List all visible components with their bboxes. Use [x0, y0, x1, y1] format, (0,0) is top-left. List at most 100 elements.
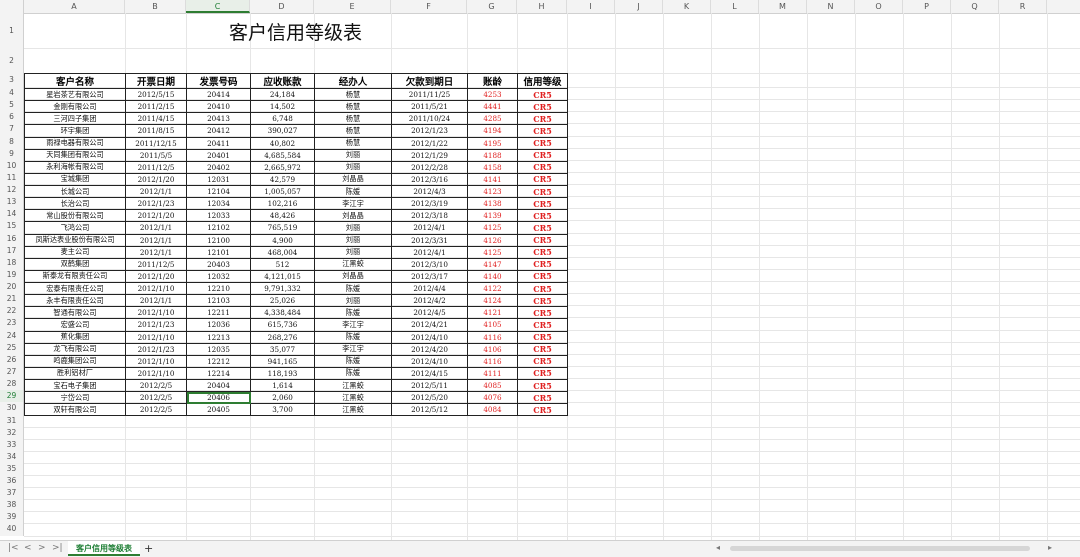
row-header-2[interactable]: 2	[0, 48, 24, 73]
row-header-20[interactable]: 20	[0, 281, 24, 294]
cell-C29[interactable]: 20406	[186, 391, 251, 405]
cell-F6[interactable]: 2011/10/24	[391, 112, 468, 126]
cell-G21[interactable]: 4124	[467, 294, 518, 308]
cell-C8[interactable]: 20411	[186, 136, 251, 150]
row-header-6[interactable]: 6	[0, 111, 24, 124]
cell-B18[interactable]: 2011/12/5	[125, 257, 187, 271]
row-header-14[interactable]: 14	[0, 208, 24, 221]
cell-G5[interactable]: 4441	[467, 100, 518, 114]
first-sheet-icon[interactable]: |<	[8, 543, 19, 553]
cell-B17[interactable]: 2012/1/1	[125, 245, 187, 259]
cell-A24[interactable]: 蕉化集团	[24, 330, 126, 344]
cell-B30[interactable]: 2012/2/5	[125, 403, 187, 417]
cell-A12[interactable]: 长城公司	[24, 184, 126, 199]
column-header-C[interactable]: C	[186, 0, 250, 13]
cell-B21[interactable]: 2012/1/1	[125, 294, 187, 308]
cell-H7[interactable]: CR5	[517, 124, 568, 138]
cell-A22[interactable]: 智通有限公司	[24, 306, 126, 320]
header-cell[interactable]: 信用等级	[517, 73, 568, 89]
row-header-15[interactable]: 15	[0, 220, 24, 233]
cell-C16[interactable]: 12100	[186, 233, 251, 247]
cell-B4[interactable]: 2012/5/15	[125, 87, 187, 102]
cell-G25[interactable]: 4106	[467, 342, 518, 356]
cell-E19[interactable]: 刘晶晶	[314, 269, 392, 284]
cell-B8[interactable]: 2011/12/15	[125, 136, 187, 150]
cell-F12[interactable]: 2012/4/3	[391, 184, 468, 199]
row-header-19[interactable]: 19	[0, 268, 24, 282]
row-header-37[interactable]: 37	[0, 487, 24, 500]
cell-E4[interactable]: 杨慧	[314, 87, 392, 102]
cell-C9[interactable]: 20401	[186, 148, 251, 162]
cell-G23[interactable]: 4105	[467, 318, 518, 332]
cell-C24[interactable]: 12213	[186, 330, 251, 344]
cell-C19[interactable]: 12032	[186, 269, 251, 284]
cell-E10[interactable]: 刘丽	[314, 160, 392, 174]
cell-D23[interactable]: 615,736	[250, 318, 315, 332]
cell-G28[interactable]: 4085	[467, 378, 518, 393]
cell-E27[interactable]: 陈媛	[314, 366, 392, 381]
cell-F13[interactable]: 2012/3/19	[391, 197, 468, 211]
cell-E18[interactable]: 江黑蛟	[314, 257, 392, 271]
column-header-H[interactable]: H	[517, 0, 567, 13]
cell-G6[interactable]: 4285	[467, 112, 518, 126]
cell-G17[interactable]: 4125	[467, 245, 518, 259]
cell-A21[interactable]: 永丰有限责任公司	[24, 294, 126, 308]
cell-B5[interactable]: 2011/2/15	[125, 100, 187, 114]
cell-G19[interactable]: 4140	[467, 269, 518, 284]
cell-C14[interactable]: 12033	[186, 209, 251, 223]
scroll-thumb[interactable]	[730, 546, 1030, 551]
cell-E21[interactable]: 刘丽	[314, 294, 392, 308]
cell-H25[interactable]: CR5	[517, 342, 568, 356]
cell-B11[interactable]: 2012/1/20	[125, 172, 187, 187]
cell-F7[interactable]: 2012/1/23	[391, 124, 468, 138]
cell-G27[interactable]: 4111	[467, 366, 518, 381]
cell-E14[interactable]: 刘晶晶	[314, 209, 392, 223]
cell-H14[interactable]: CR5	[517, 209, 568, 223]
cell-F18[interactable]: 2012/3/10	[391, 257, 468, 271]
cell-F30[interactable]: 2012/5/12	[391, 403, 468, 417]
cell-G13[interactable]: 4138	[467, 197, 518, 211]
cell-F17[interactable]: 2012/4/1	[391, 245, 468, 259]
cell-E25[interactable]: 李江宇	[314, 342, 392, 356]
cell-E16[interactable]: 刘丽	[314, 233, 392, 247]
cell-H16[interactable]: CR5	[517, 233, 568, 247]
column-header-O[interactable]: O	[855, 0, 903, 13]
cell-D27[interactable]: 118,193	[250, 366, 315, 381]
cell-D4[interactable]: 24,184	[250, 87, 315, 102]
cell-D20[interactable]: 9,791,332	[250, 281, 315, 296]
cell-C18[interactable]: 20403	[186, 257, 251, 271]
cell-F16[interactable]: 2012/3/31	[391, 233, 468, 247]
spreadsheet-grid[interactable]: ABCDEFGHIJKLMNOPQR 1 2 3 4 5 6 7 8 9 10 11 12 13 14 15…	[0, 0, 1080, 540]
cell-C25[interactable]: 12035	[186, 342, 251, 356]
cell-B28[interactable]: 2012/2/5	[125, 378, 187, 393]
cell-F29[interactable]: 2012/5/20	[391, 391, 468, 405]
cell-A4[interactable]: 星岩茶艺有限公司	[24, 87, 126, 102]
column-header-F[interactable]: F	[391, 0, 467, 13]
cell-C13[interactable]: 12034	[186, 197, 251, 211]
row-header-3[interactable]: 3	[0, 73, 24, 87]
cell-B27[interactable]: 2012/1/10	[125, 366, 187, 381]
cell-G11[interactable]: 4141	[467, 172, 518, 187]
header-cell[interactable]: 欠款到期日	[391, 73, 468, 89]
prev-sheet-icon[interactable]: <	[24, 543, 32, 553]
cell-F5[interactable]: 2011/5/21	[391, 100, 468, 114]
row-header-23[interactable]: 23	[0, 317, 24, 330]
row-header-13[interactable]: 13	[0, 196, 24, 209]
cell-G30[interactable]: 4084	[467, 403, 518, 417]
cell-E7[interactable]: 杨慧	[314, 124, 392, 138]
cell-B12[interactable]: 2012/1/1	[125, 184, 187, 199]
column-header-M[interactable]: M	[759, 0, 807, 13]
cell-A26[interactable]: 鸣鹿集团公司	[24, 354, 126, 368]
cell-C22[interactable]: 12211	[186, 306, 251, 320]
cell-C26[interactable]: 12212	[186, 354, 251, 368]
cell-H29[interactable]: CR5	[517, 391, 568, 405]
cell-D10[interactable]: 2,665,972	[250, 160, 315, 174]
row-header-5[interactable]: 5	[0, 99, 24, 112]
cell-F10[interactable]: 2012/2/28	[391, 160, 468, 174]
column-header-P[interactable]: P	[903, 0, 951, 13]
column-header-L[interactable]: L	[711, 0, 759, 13]
cell-F11[interactable]: 2012/3/16	[391, 172, 468, 187]
cell-H12[interactable]: CR5	[517, 184, 568, 199]
scroll-left-icon[interactable]: ◂	[716, 543, 720, 552]
cell-E17[interactable]: 刘丽	[314, 245, 392, 259]
